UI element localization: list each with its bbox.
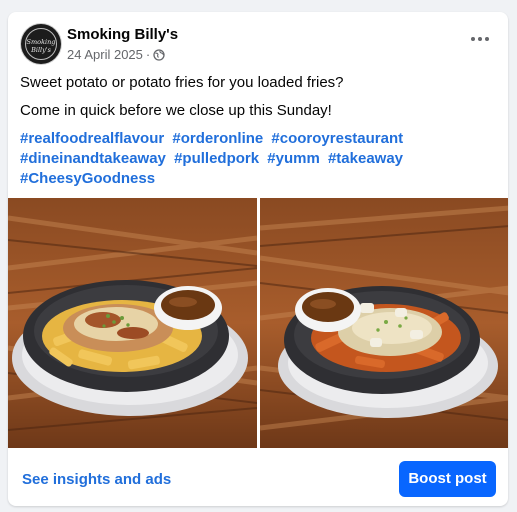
boost-post-button[interactable]: Boost post bbox=[399, 461, 496, 497]
post-text-line-1: Sweet potato or potato fries for you loa… bbox=[20, 74, 344, 91]
hashtag-link[interactable]: #cooroyrestaurant bbox=[271, 130, 403, 147]
photo-grid bbox=[8, 198, 508, 448]
page-avatar[interactable]: Smoking Billy's bbox=[21, 24, 61, 64]
hashtag-link[interactable]: #yumm bbox=[267, 150, 320, 167]
hashtag-link[interactable]: #CheesyGoodness bbox=[20, 170, 155, 187]
more-options-icon[interactable] bbox=[468, 32, 492, 46]
hashtag-link[interactable]: #realfoodrealflavour bbox=[20, 130, 164, 147]
post-date[interactable]: 24 April 2025 bbox=[67, 47, 143, 62]
post-footer: See insights and ads Boost post bbox=[8, 452, 508, 506]
see-insights-link[interactable]: See insights and ads bbox=[22, 471, 171, 488]
hashtag-link[interactable]: #orderonline bbox=[172, 130, 263, 147]
hashtag-link[interactable]: #takeaway bbox=[328, 150, 403, 167]
post-card: Smoking Billy's Smoking Billy's 24 April… bbox=[8, 12, 508, 506]
post-meta: 24 April 2025 · bbox=[67, 47, 165, 62]
page-name-link[interactable]: Smoking Billy's bbox=[67, 26, 178, 43]
hashtags: #realfoodrealflavour #orderonline #cooro… bbox=[20, 129, 490, 189]
hashtag-link[interactable]: #pulledpork bbox=[174, 150, 259, 167]
loaded-potato-fries-photo[interactable] bbox=[8, 198, 257, 448]
avatar-logo: Smoking Billy's bbox=[26, 38, 56, 54]
hashtag-link[interactable]: #dineinandtakeaway bbox=[20, 150, 166, 167]
globe-icon bbox=[153, 48, 165, 61]
post-text-line-2: Come in quick before we close up this Su… bbox=[20, 102, 332, 119]
meta-separator: · bbox=[145, 47, 151, 62]
loaded-sweet-potato-fries-photo[interactable] bbox=[259, 198, 508, 448]
